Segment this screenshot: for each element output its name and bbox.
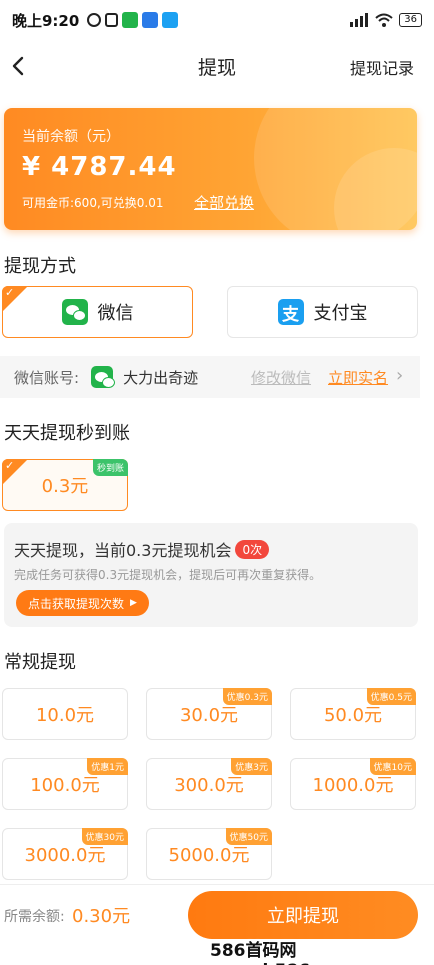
nav-bar: 提现 提现记录: [0, 44, 434, 88]
amount-option[interactable]: 优惠3元 300.0元: [146, 758, 272, 810]
chance-count-badge: 0次: [235, 539, 270, 559]
wechat-notify-icon: [122, 12, 139, 28]
app-notify-icon: [142, 12, 159, 28]
status-time: 晚上9:20: [12, 11, 80, 30]
daily-info-box: 天天提现，当前0.3元提现机会 0次 完成任务可获得0.3元提现机会，提现后可再…: [4, 523, 418, 627]
discount-tag: 优惠3元: [231, 758, 272, 775]
daily-info-desc: 完成任务可获得0.3元提现机会，提现后可再次重复获得。: [14, 568, 322, 582]
battery-icon: 36: [399, 13, 422, 27]
required-balance-label: 所需余额:: [4, 909, 65, 925]
daily-amount-option[interactable]: ✓ 秒到账 0.3元: [2, 459, 128, 511]
realname-link[interactable]: 立即实名: [328, 367, 388, 388]
cloud-notify-icon: [162, 12, 179, 28]
withdraw-now-button[interactable]: 立即提现: [188, 891, 418, 939]
withdraw-record-link[interactable]: 提现记录: [350, 55, 414, 79]
method-label: 支付宝: [313, 303, 368, 324]
amount-option[interactable]: 优惠0.3元 30.0元: [146, 688, 272, 740]
status-bar: 晚上9:20 36: [0, 0, 434, 40]
wechat-icon: [61, 299, 88, 325]
bottom-bar: 所需余额: 0.30元 立即提现: [0, 884, 434, 944]
balance-label: 当前余额（元）: [22, 129, 120, 145]
balance-card: 当前余额（元） ¥ 4787.44 可用金币:600,可兑换0.01 全部兑换: [4, 108, 417, 230]
account-label: 微信账号:: [14, 368, 80, 387]
amount-option[interactable]: 优惠1元 100.0元: [2, 758, 128, 810]
amount-value: 100.0元: [30, 775, 100, 796]
method-wechat[interactable]: ✓ 微信: [2, 286, 193, 338]
modify-wechat-link[interactable]: 修改微信: [251, 367, 311, 388]
daily-info-title: 天天提现，当前0.3元提现机会: [14, 541, 232, 560]
amount-value: 300.0元: [174, 775, 244, 796]
triangle-right-icon: ▶: [130, 598, 137, 608]
exchange-all-link[interactable]: 全部兑换: [194, 192, 254, 213]
chevron-right-icon[interactable]: ›: [396, 365, 403, 386]
amount-option[interactable]: 优惠50元 5000.0元: [146, 828, 272, 880]
check-icon: ✓: [2, 286, 28, 312]
watermark-text: 586首码网 www.h586.com: [210, 941, 356, 965]
page-title: 提现: [197, 56, 236, 79]
alipay-icon: 支: [277, 299, 304, 325]
signal-icon: [350, 13, 369, 27]
alarm-icon: [87, 13, 102, 27]
coins-text: 可用金币:600,可兑换0.01: [22, 196, 164, 210]
discount-tag: 优惠0.3元: [222, 688, 272, 705]
discount-tag: 优惠10元: [369, 758, 416, 775]
daily-section-title: 天天提现秒到账: [4, 423, 130, 444]
required-balance-value: 0.30元: [72, 906, 131, 927]
account-name: 大力出奇迹: [123, 368, 199, 387]
amount-option[interactable]: 优惠0.5元 50.0元: [290, 688, 416, 740]
discount-tag: 优惠30元: [81, 828, 128, 845]
wechat-icon: [91, 366, 116, 388]
daily-amount-value: 0.3元: [41, 476, 89, 497]
wifi-icon: [375, 13, 393, 27]
amount-option[interactable]: 优惠10元 1000.0元: [290, 758, 416, 810]
amount-value: 10.0元: [35, 705, 95, 726]
nfc-icon: [105, 13, 119, 27]
regular-section-title: 常规提现: [4, 652, 76, 673]
amount-option[interactable]: 优惠30元 3000.0元: [2, 828, 128, 880]
withdraw-now-label: 立即提现: [267, 906, 339, 927]
amount-option[interactable]: 10.0元: [2, 688, 128, 740]
discount-tag: 优惠50元: [225, 828, 272, 845]
account-row: 微信账号: 大力出奇迹 修改微信 立即实名 ›: [0, 356, 420, 398]
discount-tag: 优惠1元: [87, 758, 128, 775]
get-chances-label: 点击获取提现次数: [28, 596, 125, 611]
get-chances-button[interactable]: 点击获取提现次数 ▶: [16, 590, 149, 616]
discount-tag: 优惠0.5元: [366, 688, 416, 705]
check-icon: ✓: [2, 459, 28, 485]
method-label: 微信: [97, 303, 134, 324]
method-alipay[interactable]: 支 支付宝: [227, 286, 418, 338]
instant-tag: 秒到账: [92, 459, 128, 476]
method-section-title: 提现方式: [4, 256, 76, 277]
back-arrow-icon[interactable]: [6, 52, 34, 80]
balance-amount: ¥ 4787.44: [22, 152, 177, 182]
